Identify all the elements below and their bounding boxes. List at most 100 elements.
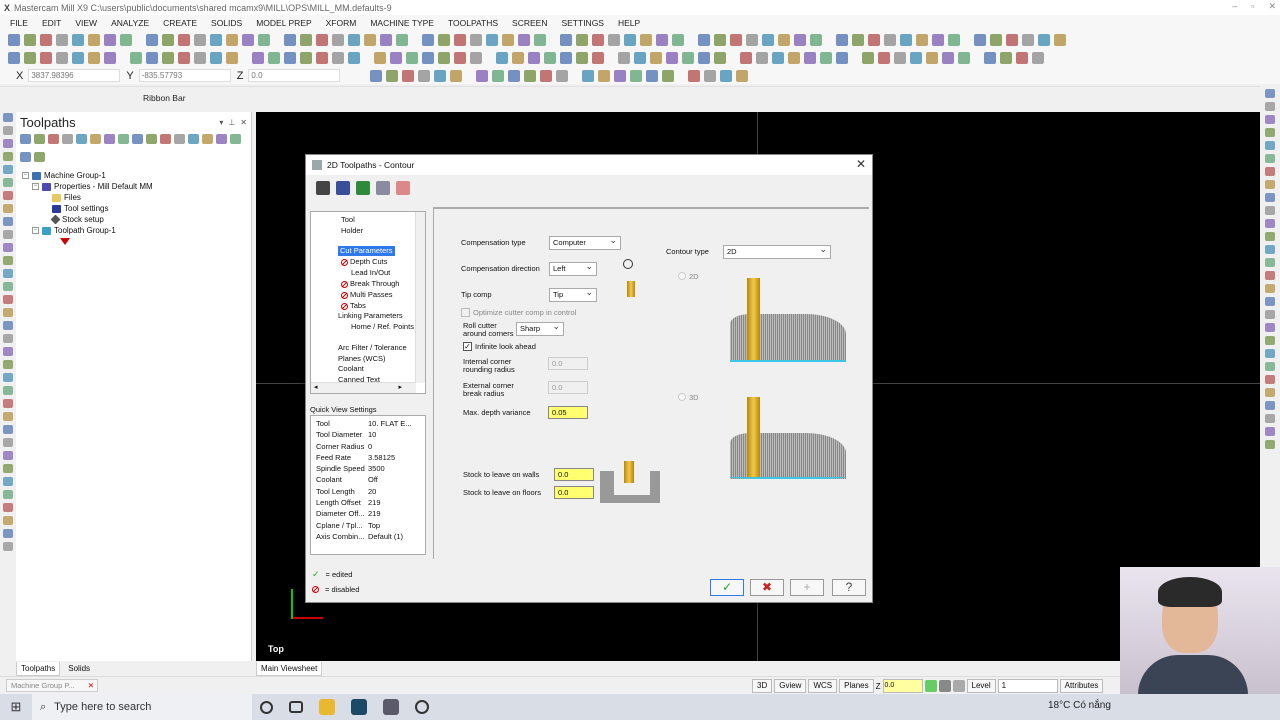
toolbar2-tool-icon[interactable]: [926, 52, 938, 64]
left-strip-tool-icon[interactable]: [3, 243, 13, 252]
save-all-icon[interactable]: [356, 181, 370, 195]
toolbar1-tool-icon[interactable]: [120, 34, 132, 46]
right-strip-tool-icon[interactable]: [1265, 154, 1275, 163]
level-button[interactable]: Level: [966, 679, 996, 693]
tree-vertical-scrollbar[interactable]: [415, 212, 425, 383]
tree-item-holder[interactable]: Holder: [341, 226, 363, 236]
toolbar1-tool-icon[interactable]: [258, 34, 270, 46]
tree-item-coolant[interactable]: Coolant: [338, 364, 364, 374]
wcs-button[interactable]: WCS: [808, 679, 838, 693]
coord-tool-icon[interactable]: [492, 69, 505, 82]
menu-xform[interactable]: XFORM: [326, 18, 357, 28]
toolbar2-tool-icon[interactable]: [1032, 52, 1044, 64]
right-strip-tool-icon[interactable]: [1265, 271, 1275, 280]
right-strip-tool-icon[interactable]: [1265, 258, 1275, 267]
right-strip-tool-icon[interactable]: [1265, 284, 1275, 293]
toolbar1-tool-icon[interactable]: [242, 34, 254, 46]
toolbar1-tool-icon[interactable]: [698, 34, 710, 46]
scroll-right-icon[interactable]: ▸: [398, 383, 402, 391]
coord-tool-icon[interactable]: [370, 69, 383, 82]
toolbar1-tool-icon[interactable]: [1022, 34, 1034, 46]
menu-analyze[interactable]: ANALYZE: [111, 18, 149, 28]
toolbar1-tool-icon[interactable]: [104, 34, 116, 46]
toolbar1-tool-icon[interactable]: [1054, 34, 1066, 46]
toolbar2-tool-icon[interactable]: [146, 52, 158, 64]
level-select[interactable]: 1: [997, 679, 1058, 693]
right-strip-tool-icon[interactable]: [1265, 193, 1275, 202]
toolpaths-tool-icon[interactable]: [104, 134, 115, 144]
tree-item-multi-passes[interactable]: Multi Passes: [341, 290, 393, 300]
left-strip-tool-icon[interactable]: [3, 516, 13, 525]
tree-item-stock-setup[interactable]: Stock setup: [22, 214, 245, 225]
coord-tool-icon[interactable]: [402, 69, 415, 82]
tree-item-linking-parameters[interactable]: Linking Parameters: [338, 311, 403, 321]
toolbar1-tool-icon[interactable]: [8, 34, 20, 46]
cancel-button[interactable]: ✖: [750, 579, 784, 596]
toolbar2-tool-icon[interactable]: [756, 52, 768, 64]
coord-tool-icon[interactable]: [524, 69, 537, 82]
left-strip-tool-icon[interactable]: [3, 373, 13, 382]
machine-group-tab[interactable]: Machine Group P... ✕: [6, 679, 98, 692]
left-strip-tool-icon[interactable]: [3, 490, 13, 499]
toolbar2-tool-icon[interactable]: [194, 52, 206, 64]
coord-tool-icon[interactable]: [704, 69, 717, 82]
toolbar1-tool-icon[interactable]: [656, 34, 668, 46]
coord-tool-icon[interactable]: [450, 69, 463, 82]
toolbar2-tool-icon[interactable]: [104, 52, 116, 64]
toolbar2-tool-icon[interactable]: [958, 52, 970, 64]
left-strip-tool-icon[interactable]: [3, 425, 13, 434]
toolbar1-tool-icon[interactable]: [624, 34, 636, 46]
right-strip-tool-icon[interactable]: [1265, 89, 1275, 98]
reset-icon[interactable]: [396, 181, 410, 195]
toolbar2-tool-icon[interactable]: [650, 52, 662, 64]
toolbar2-tool-icon[interactable]: [878, 52, 890, 64]
stock-walls-input[interactable]: 0.0: [554, 468, 594, 481]
right-strip-tool-icon[interactable]: [1265, 388, 1275, 397]
toolbar1-tool-icon[interactable]: [948, 34, 960, 46]
tree-item-canned-text[interactable]: Canned Text: [338, 375, 380, 385]
coord-tool-icon[interactable]: [614, 69, 627, 82]
toolpaths-tool-icon[interactable]: [20, 151, 31, 162]
toolbar1-tool-icon[interactable]: [714, 34, 726, 46]
comp-direction-select[interactable]: Left: [549, 260, 597, 276]
dropdown-icon[interactable]: ▾: [219, 118, 223, 127]
left-strip-tool-icon[interactable]: [3, 412, 13, 421]
maximize-icon[interactable]: ▫: [1251, 1, 1254, 12]
toolbar1-tool-icon[interactable]: [990, 34, 1002, 46]
coord-tool-icon[interactable]: [434, 69, 447, 82]
tree-item-depth-cuts[interactable]: Depth Cuts: [341, 257, 388, 267]
toolbar2-tool-icon[interactable]: [40, 52, 52, 64]
tree-item-properties[interactable]: − Properties - Mill Default MM: [22, 181, 245, 192]
menu-view[interactable]: VIEW: [75, 18, 97, 28]
cortana-icon[interactable]: [260, 700, 273, 714]
coord-tool-icon[interactable]: [598, 69, 611, 82]
coord-tool-icon[interactable]: [418, 69, 431, 82]
right-strip-tool-icon[interactable]: [1265, 102, 1275, 111]
right-strip-tool-icon[interactable]: [1265, 245, 1275, 254]
windows-start-icon[interactable]: ⊞: [0, 699, 32, 715]
optimize-comp-checkbox[interactable]: [461, 308, 470, 317]
left-strip-tool-icon[interactable]: [3, 464, 13, 473]
left-strip-tool-icon[interactable]: [3, 165, 13, 174]
toolbar2-tool-icon[interactable]: [740, 52, 752, 64]
toolbar1-tool-icon[interactable]: [900, 34, 912, 46]
color-icon[interactable]: [924, 680, 937, 692]
toolbar1-tool-icon[interactable]: [454, 34, 466, 46]
left-strip-tool-icon[interactable]: [3, 308, 13, 317]
close-icon[interactable]: ✕: [1268, 1, 1276, 12]
contour-type-select[interactable]: 2D: [723, 243, 831, 259]
menu-screen[interactable]: SCREEN: [512, 18, 547, 28]
left-strip-tool-icon[interactable]: [3, 178, 13, 187]
mastercam-taskbar-icon[interactable]: [383, 699, 399, 715]
right-strip-tool-icon[interactable]: [1265, 349, 1275, 358]
menu-edit[interactable]: EDIT: [42, 18, 61, 28]
toolbar1-tool-icon[interactable]: [534, 34, 546, 46]
left-strip-tool-icon[interactable]: [3, 204, 13, 213]
collapse-icon[interactable]: −: [32, 183, 39, 190]
close-icon[interactable]: ✕: [88, 680, 94, 691]
tab-main-viewsheet[interactable]: Main Viewsheet: [256, 661, 323, 676]
coord-tool-icon[interactable]: [688, 69, 701, 82]
toolbar1-tool-icon[interactable]: [422, 34, 434, 46]
left-strip-tool-icon[interactable]: [3, 256, 13, 265]
toolpaths-tool-icon[interactable]: [90, 134, 101, 144]
